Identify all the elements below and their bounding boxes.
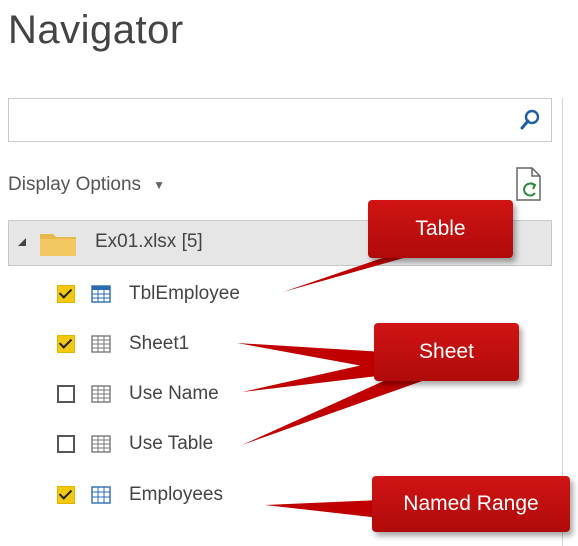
sheet-icon [91,385,111,403]
callout-named-range: Named Range [372,476,570,532]
checkbox-checked[interactable] [57,486,75,504]
sheet-icon [91,435,111,453]
list-item-employees[interactable]: Employees [57,479,223,511]
search-input[interactable] [8,98,552,142]
list-item-use-table[interactable]: Use Table [57,428,213,460]
list-item-tblemployee[interactable]: TblEmployee [57,278,240,310]
search-icon[interactable] [519,109,541,131]
expand-triangle-icon[interactable] [17,237,27,247]
list-item-label: Use Name [129,383,219,404]
list-item-sheet1[interactable]: Sheet1 [57,328,189,360]
chevron-down-icon: ▼ [153,178,165,192]
list-item-label: Sheet1 [129,333,190,354]
callout-sheet: Sheet [374,323,519,381]
list-item-use-name[interactable]: Use Name [57,378,219,410]
list-item-label: TblEmployee [129,283,240,304]
tree-root-label: Ex01.xlsx [5] [95,231,203,252]
sheet-icon [91,335,111,353]
checkbox-unchecked[interactable] [57,385,75,403]
navigator-title: Navigator [8,8,184,52]
checkbox-unchecked[interactable] [57,435,75,453]
list-item-label: Employees [129,484,223,505]
folder-icon [40,234,76,256]
checkbox-checked[interactable] [57,285,75,303]
table-icon [91,285,111,303]
callout-table: Table [368,200,513,258]
callout-pointers [237,252,425,518]
named-range-icon [91,486,111,504]
checkbox-checked[interactable] [57,335,75,353]
list-item-label: Use Table [129,433,214,454]
display-options-dropdown[interactable]: Display Options ▼ [8,174,165,196]
display-options-label: Display Options [8,174,142,195]
refresh-icon[interactable] [514,166,544,202]
